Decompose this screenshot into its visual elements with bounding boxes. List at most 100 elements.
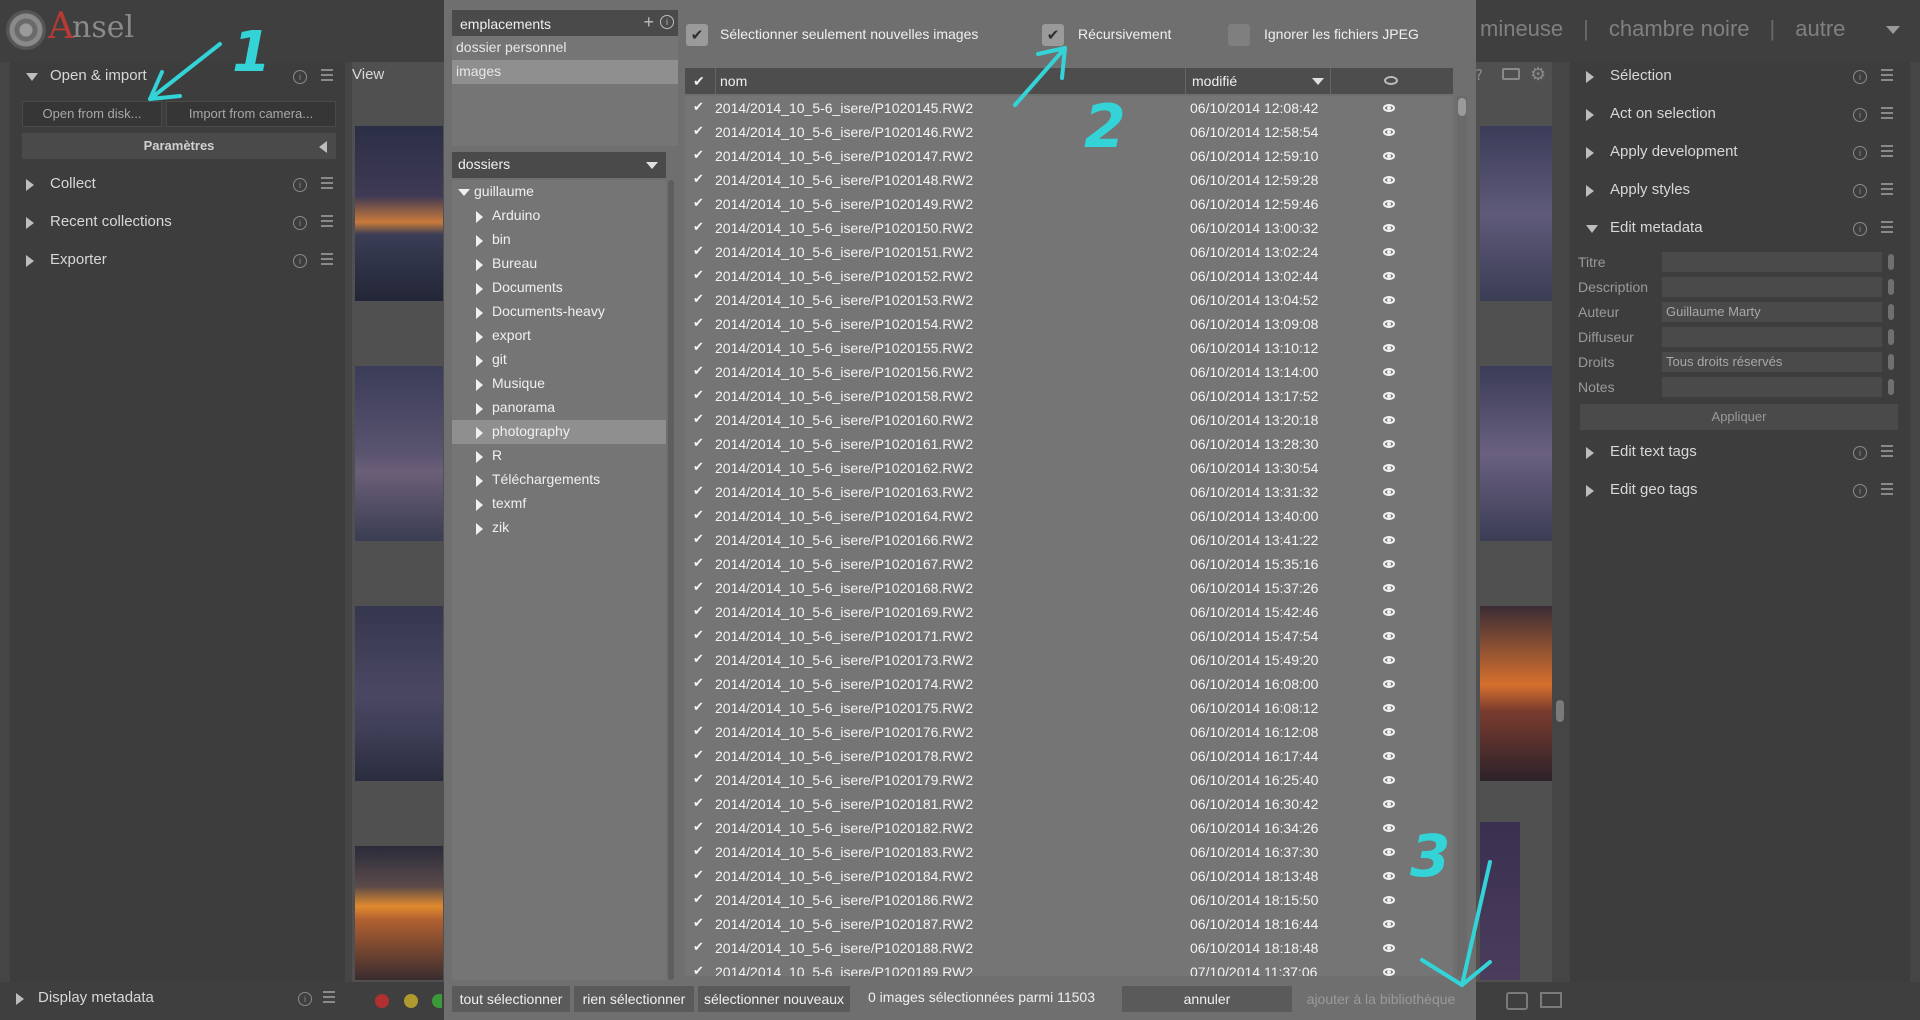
row-check-icon[interactable]: ✔	[693, 723, 704, 739]
folder-item[interactable]: Documents-heavy	[452, 300, 666, 324]
row-check-icon[interactable]: ✔	[693, 147, 704, 163]
row-check-icon[interactable]: ✔	[693, 507, 704, 523]
eye-icon[interactable]	[1383, 800, 1395, 808]
table-row[interactable]: ✔ 2014/2014_10_5-6_isere/P1020169.RW2 06/1…	[685, 600, 1453, 624]
row-check-icon[interactable]: ✔	[693, 771, 704, 787]
red-label-icon[interactable]	[375, 994, 389, 1008]
eye-icon[interactable]	[1383, 464, 1395, 472]
info-icon[interactable]: i	[293, 70, 307, 84]
row-check-icon[interactable]: ✔	[693, 867, 704, 883]
table-row[interactable]: ✔ 2014/2014_10_5-6_isere/P1020186.RW2 06/1…	[685, 888, 1453, 912]
eye-icon[interactable]	[1383, 200, 1395, 208]
eye-icon[interactable]	[1383, 584, 1395, 592]
table-row[interactable]: ✔ 2014/2014_10_5-6_isere/P1020178.RW2 06/1…	[685, 744, 1453, 768]
thumbnail[interactable]	[355, 606, 443, 781]
place-item-selected[interactable]: images	[452, 60, 678, 84]
info-icon[interactable]: i	[1853, 222, 1867, 236]
row-check-icon[interactable]: ✔	[693, 99, 704, 115]
row-check-icon[interactable]: ✔	[693, 219, 704, 235]
module-apply-development[interactable]: Apply development i	[1570, 136, 1905, 170]
eye-icon[interactable]	[1383, 344, 1395, 352]
eye-icon[interactable]	[1383, 392, 1395, 400]
eye-icon[interactable]	[1383, 656, 1395, 664]
folder-item[interactable]: zik	[452, 516, 666, 540]
only-new-checkbox[interactable]: ✔	[686, 24, 708, 46]
module-exporter[interactable]: Exporter i	[10, 244, 345, 278]
menu-icon[interactable]	[321, 253, 333, 265]
row-check-icon[interactable]: ✔	[693, 699, 704, 715]
info-icon[interactable]: i	[293, 216, 307, 230]
metadata-author-field[interactable]: Guillaume Marty	[1662, 302, 1882, 322]
thumbnail[interactable]	[355, 366, 443, 541]
table-row[interactable]: ✔ 2014/2014_10_5-6_isere/P1020181.RW2 06/1…	[685, 792, 1453, 816]
table-row[interactable]: ✔ 2014/2014_10_5-6_isere/P1020155.RW2 06/1…	[685, 336, 1453, 360]
row-check-icon[interactable]: ✔	[693, 291, 704, 307]
row-check-icon[interactable]: ✔	[693, 387, 704, 403]
eye-icon[interactable]	[1383, 224, 1395, 232]
row-check-icon[interactable]: ✔	[693, 459, 704, 475]
folder-item[interactable]: texmf	[452, 492, 666, 516]
module-recent-collections[interactable]: Recent collections i	[10, 206, 345, 240]
table-row[interactable]: ✔ 2014/2014_10_5-6_isere/P1020173.RW2 06/1…	[685, 648, 1453, 672]
folder-item[interactable]: Musique	[452, 372, 666, 396]
info-icon[interactable]: i	[293, 254, 307, 268]
table-row[interactable]: ✔ 2014/2014_10_5-6_isere/P1020154.RW2 06/1…	[685, 312, 1453, 336]
info-icon[interactable]: i	[298, 992, 312, 1006]
green-label-icon[interactable]	[432, 994, 442, 1008]
info-icon[interactable]: i	[1853, 446, 1867, 460]
column-name[interactable]: nom	[715, 68, 1185, 94]
eye-icon[interactable]	[1383, 488, 1395, 496]
menu-icon[interactable]	[1881, 221, 1893, 233]
params-toggle[interactable]: Paramètres	[22, 133, 336, 159]
eye-icon[interactable]	[1383, 968, 1395, 976]
module-edit-text-tags[interactable]: Edit text tags i	[1570, 436, 1905, 470]
scrollbar[interactable]	[1888, 329, 1894, 345]
folder-item[interactable]: Bureau	[452, 252, 666, 276]
row-check-icon[interactable]: ✔	[693, 315, 704, 331]
chevron-down-icon[interactable]	[1886, 26, 1900, 34]
row-check-icon[interactable]: ✔	[693, 819, 704, 835]
table-row[interactable]: ✔ 2014/2014_10_5-6_isere/P1020148.RW2 06/1…	[685, 168, 1453, 192]
metadata-rights-field[interactable]: Tous droits réservés	[1662, 352, 1882, 372]
info-icon[interactable]: i	[660, 15, 674, 29]
eye-icon[interactable]	[1383, 296, 1395, 304]
apply-metadata-button[interactable]: Appliquer	[1580, 404, 1898, 430]
info-icon[interactable]: i	[1853, 184, 1867, 198]
scrollbar[interactable]	[1888, 379, 1894, 395]
scrollbar[interactable]	[1888, 254, 1894, 270]
row-check-icon[interactable]: ✔	[693, 675, 704, 691]
table-row[interactable]: ✔ 2014/2014_10_5-6_isere/P1020158.RW2 06/1…	[685, 384, 1453, 408]
module-selection[interactable]: Sélection i	[1570, 60, 1905, 94]
eye-icon[interactable]	[1383, 752, 1395, 760]
folder-item[interactable]: Arduino	[452, 204, 666, 228]
folder-item[interactable]: panorama	[452, 396, 666, 420]
place-item[interactable]: dossier personnel	[452, 36, 678, 60]
info-icon[interactable]: i	[1853, 108, 1867, 122]
folder-item[interactable]: Documents	[452, 276, 666, 300]
row-check-icon[interactable]: ✔	[693, 651, 704, 667]
table-row[interactable]: ✔ 2014/2014_10_5-6_isere/P1020150.RW2 06/1…	[685, 216, 1453, 240]
menu-icon[interactable]	[321, 215, 333, 227]
eye-icon[interactable]	[1383, 104, 1395, 112]
eye-icon[interactable]	[1383, 632, 1395, 640]
table-row[interactable]: ✔ 2014/2014_10_5-6_isere/P1020146.RW2 06/1…	[685, 120, 1453, 144]
eye-icon[interactable]	[1383, 944, 1395, 952]
scrollbar[interactable]	[1888, 304, 1894, 320]
module-apply-styles[interactable]: Apply styles i	[1570, 174, 1905, 208]
table-row[interactable]: ✔ 2014/2014_10_5-6_isere/P1020188.RW2 06/1…	[685, 936, 1453, 960]
display-icon[interactable]	[1540, 992, 1562, 1008]
eye-icon[interactable]	[1383, 128, 1395, 136]
focus-peaking-icon[interactable]	[1506, 992, 1528, 1010]
metadata-publisher-field[interactable]	[1662, 327, 1882, 347]
row-check-icon[interactable]: ✔	[693, 627, 704, 643]
row-check-icon[interactable]: ✔	[693, 171, 704, 187]
eye-icon[interactable]	[1383, 512, 1395, 520]
row-check-icon[interactable]: ✔	[693, 411, 704, 427]
eye-icon[interactable]	[1383, 416, 1395, 424]
table-row[interactable]: ✔ 2014/2014_10_5-6_isere/P1020164.RW2 06/1…	[685, 504, 1453, 528]
row-check-icon[interactable]: ✔	[693, 939, 704, 955]
eye-icon[interactable]	[1383, 440, 1395, 448]
table-row[interactable]: ✔ 2014/2014_10_5-6_isere/P1020175.RW2 06/1…	[685, 696, 1453, 720]
eye-icon[interactable]	[1383, 776, 1395, 784]
folders-header[interactable]: dossiers	[452, 152, 666, 178]
